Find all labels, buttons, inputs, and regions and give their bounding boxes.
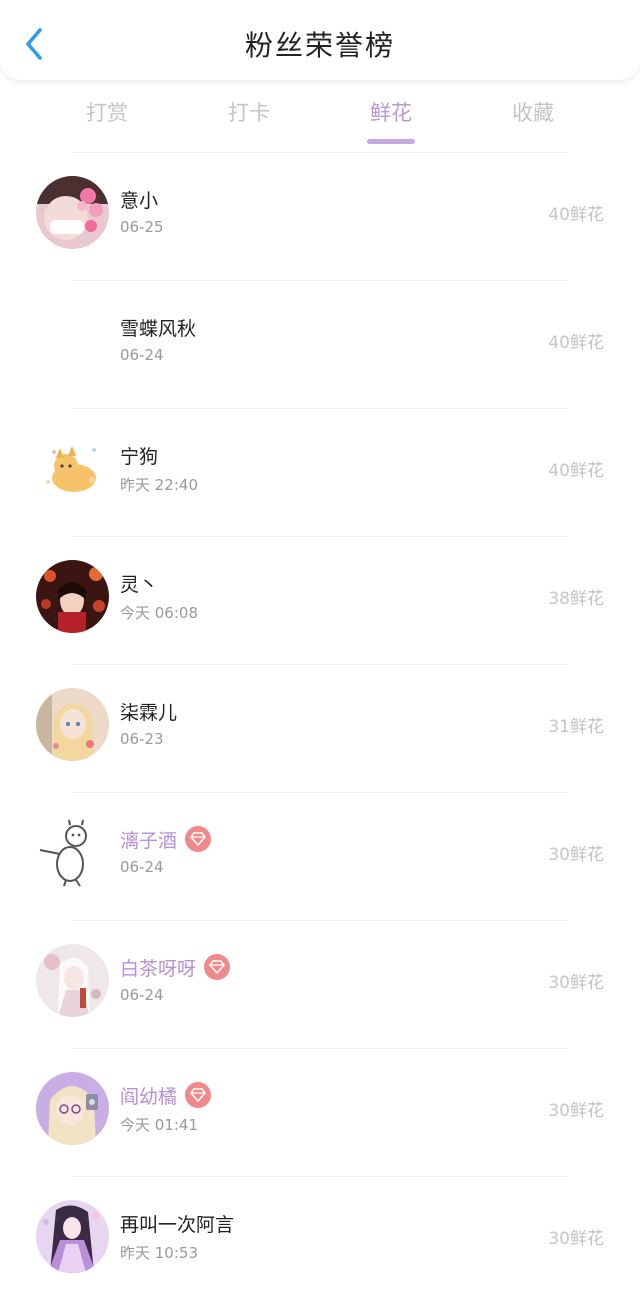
- timestamp: 昨天 22:40: [120, 476, 198, 494]
- divider: [72, 152, 568, 153]
- flower-count: 30鲜花: [548, 1101, 604, 1121]
- name-line: 意小: [120, 186, 158, 212]
- vip-diamond-icon: [185, 826, 212, 852]
- list-item[interactable]: 雪蝶风秋 06-24 40鲜花: [0, 280, 640, 408]
- divider: [72, 536, 568, 537]
- name-line: 白茶呀呀: [120, 954, 231, 980]
- divider: [72, 408, 568, 409]
- list-item[interactable]: 漓子酒 06-24 30鲜花: [0, 792, 640, 920]
- list-item[interactable]: 再叫一次阿言 昨天 10:53 30鲜花: [0, 1176, 640, 1304]
- fan-name: 宁狗: [120, 445, 159, 468]
- tab-bar: 打赏 打卡 鲜花 收藏: [36, 92, 604, 148]
- avatar[interactable]: [36, 560, 109, 633]
- list-item[interactable]: 宁狗 昨天 22:40 40鲜花: [0, 408, 640, 536]
- fan-name: 白茶呀呀: [120, 957, 197, 980]
- top-bar: 粉丝荣誉榜: [0, 0, 640, 80]
- active-tab-indicator: [367, 139, 415, 144]
- fan-name: 灵丶: [120, 573, 159, 596]
- name-line: 雪蝶风秋: [120, 314, 196, 340]
- tab-checkin[interactable]: 打卡: [178, 92, 320, 148]
- fan-ranking-list: 意小 06-25 40鲜花 雪蝶风秋 06-24 40鲜花 宁狗 昨天 22:4…: [0, 152, 640, 1304]
- avatar[interactable]: [36, 688, 109, 761]
- list-item[interactable]: 白茶呀呀 06-24 30鲜花: [0, 920, 640, 1048]
- flower-count: 40鲜花: [548, 333, 604, 353]
- flower-count: 30鲜花: [548, 1229, 604, 1249]
- tab-label: 鲜花: [370, 101, 412, 125]
- tab-favorites[interactable]: 收藏: [462, 92, 604, 148]
- timestamp: 昨天 10:53: [120, 1244, 198, 1262]
- avatar[interactable]: [36, 432, 109, 505]
- flower-count: 30鲜花: [548, 845, 604, 865]
- divider: [72, 1176, 568, 1177]
- flower-count: 40鲜花: [548, 461, 604, 481]
- name-line: 柒霖儿: [120, 698, 177, 724]
- divider: [72, 792, 568, 793]
- list-item[interactable]: 阎幼橘 今天 01:41 30鲜花: [0, 1048, 640, 1176]
- flower-count: 30鲜花: [548, 973, 604, 993]
- fan-name: 漓子酒: [120, 829, 178, 852]
- tab-flowers[interactable]: 鲜花: [320, 92, 462, 148]
- flower-count: 38鲜花: [548, 589, 604, 609]
- list-item[interactable]: 意小 06-25 40鲜花: [0, 152, 640, 280]
- timestamp: 06-24: [120, 858, 164, 876]
- timestamp: 今天 06:08: [120, 604, 198, 622]
- tab-label: 打卡: [228, 101, 270, 125]
- tab-label: 收藏: [512, 101, 554, 125]
- vip-diamond-icon: [185, 1082, 212, 1108]
- flower-count: 40鲜花: [548, 205, 604, 225]
- divider: [72, 1048, 568, 1049]
- tab-tips[interactable]: 打赏: [36, 92, 178, 148]
- divider: [72, 664, 568, 665]
- timestamp: 今天 01:41: [120, 1116, 198, 1134]
- name-line: 漓子酒: [120, 826, 212, 852]
- avatar[interactable]: [36, 176, 109, 249]
- avatar[interactable]: [36, 816, 109, 889]
- vip-diamond-icon: [204, 954, 231, 980]
- name-line: 灵丶: [120, 570, 158, 596]
- fan-name: 雪蝶风秋: [120, 317, 197, 340]
- fan-name: 阎幼橘: [120, 1085, 178, 1108]
- avatar[interactable]: [36, 944, 109, 1017]
- timestamp: 06-24: [120, 986, 164, 1004]
- fan-name: 意小: [120, 189, 159, 212]
- fan-name: 柒霖儿: [120, 701, 178, 724]
- name-line: 阎幼橘: [120, 1082, 212, 1108]
- flower-count: 31鲜花: [548, 717, 604, 737]
- fan-name: 再叫一次阿言: [120, 1213, 235, 1236]
- name-line: 再叫一次阿言: [120, 1210, 234, 1236]
- list-item[interactable]: 柒霖儿 06-23 31鲜花: [0, 664, 640, 792]
- list-item[interactable]: 灵丶 今天 06:08 38鲜花: [0, 536, 640, 664]
- avatar[interactable]: [36, 304, 109, 377]
- avatar[interactable]: [36, 1072, 109, 1145]
- timestamp: 06-23: [120, 730, 164, 748]
- timestamp: 06-25: [120, 218, 164, 236]
- timestamp: 06-24: [120, 346, 164, 364]
- divider: [72, 920, 568, 921]
- name-line: 宁狗: [120, 442, 158, 468]
- divider: [72, 280, 568, 281]
- tab-label: 打赏: [86, 101, 128, 125]
- page-title: 粉丝荣誉榜: [244, 29, 395, 62]
- avatar[interactable]: [36, 1200, 109, 1273]
